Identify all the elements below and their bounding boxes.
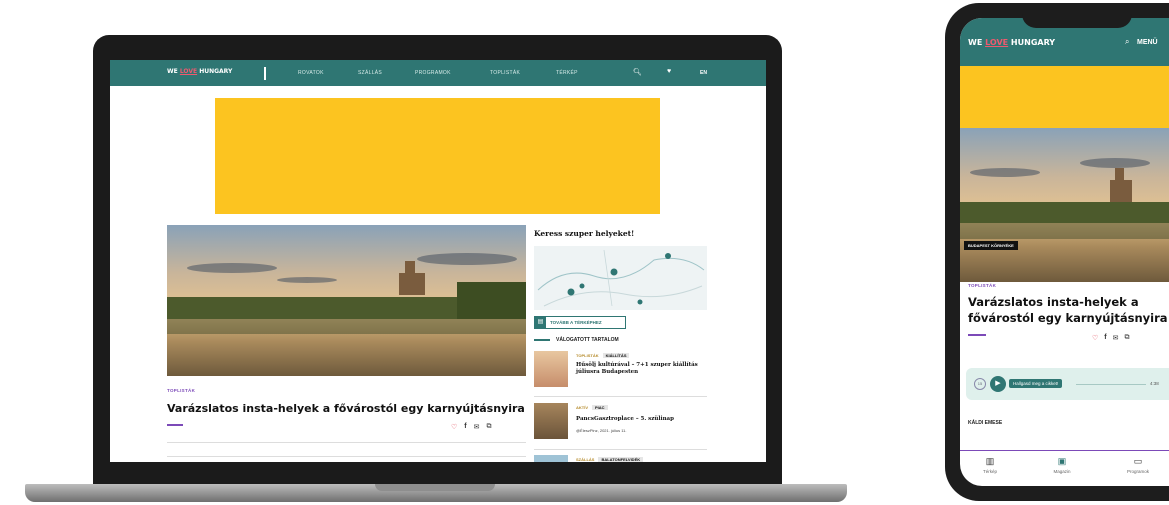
mail-icon[interactable]: ✉ [474,423,480,431]
product-mockup: WE LOVE HUNGARY ROVATOK SZÁLLÁS PROGRAMO… [0,0,1169,505]
search-icon[interactable]: 🔍︎ [633,68,642,76]
share-row: ♡ f ✉ ⧉ [1092,334,1130,342]
heart-icon[interactable]: ♡ [1092,334,1098,342]
nav-item-rovatok[interactable]: ROVATOK [298,70,358,76]
share-row: ♡ f ✉ ⧉ [451,423,492,431]
rewind-button[interactable]: 15 [974,378,986,390]
divider [167,456,526,457]
copy-icon[interactable]: ⧉ [1125,334,1130,342]
laptop-opening-notch [375,484,495,491]
tab-programok[interactable]: ▭ Programok [1108,456,1168,474]
nav-links: ROVATOK SZÁLLÁS PROGRAMOK TOPLISTÁK TÉRK… [298,70,596,76]
card-thumbnail [534,455,568,462]
tab-magazin[interactable]: ▣ Magazin [1032,456,1092,474]
ad-banner[interactable] [215,98,660,214]
featured-section-heading: VÁLOGATOTT TARTALOM [534,336,707,344]
audio-player: 15 ▶ Hallgasd meg a cikket! 4:38 [966,368,1169,400]
magazine-icon: ▣ [1057,456,1067,466]
facebook-icon[interactable]: f [1104,334,1106,342]
mail-icon[interactable]: ✉ [1113,334,1119,342]
heart-icon[interactable]: ♡ [451,423,457,431]
phone-notch [1022,3,1132,28]
play-button[interactable]: ▶ [990,376,1006,392]
article-title: Varázslatos insta-helyek a fővárostól eg… [968,295,1168,325]
menu-button[interactable]: MENÜ [1137,39,1158,46]
title-underline [167,424,183,426]
list-item[interactable]: SZÁLLÁS BALATONFELVIDÉK [534,455,707,462]
listen-label[interactable]: Hallgasd meg a cikket! [1009,379,1063,388]
tabbar-divider [960,450,1169,451]
category-badge[interactable]: BUDAPEST KÖRNYÉKE [964,241,1018,250]
calendar-icon: ▭ [1133,456,1143,466]
article-hero-image[interactable] [960,128,1169,282]
map-icon: ▥ [985,456,995,466]
nav-item-terkep[interactable]: TÉRKÉP [556,70,596,76]
article-title: Varázslatos insta-helyek a fővárostól eg… [167,402,525,415]
author-name[interactable]: KÁLDI EMESE [968,420,1002,426]
desktop-screen: WE LOVE HUNGARY ROVATOK SZÁLLÁS PROGRAMO… [110,60,766,462]
progress-track[interactable] [1076,384,1146,385]
sidebar-title: Keress szuper helyeket! [534,229,635,238]
desktop-nav-bar: WE LOVE HUNGARY ROVATOK SZÁLLÁS PROGRAMO… [110,60,766,86]
duration: 4:38 [1150,381,1159,386]
ad-banner[interactable] [960,66,1169,128]
list-item[interactable]: AKTÍV PIAC PancsGasztroplace – 5. szülina… [534,403,707,443]
copy-icon[interactable]: ⧉ [487,423,492,431]
language-switch[interactable]: EN [700,70,707,76]
nav-item-szallas[interactable]: SZÁLLÁS [358,70,415,76]
site-logo[interactable]: WE LOVE HUNGARY [167,68,232,75]
card-thumbnail [534,403,568,439]
mobile-screen: WE LOVE HUNGARY ⌕ MENÜ BUDAPEST KÖRNYÉKE… [960,18,1169,486]
map-icon: ▤ [535,317,546,328]
article-kicker[interactable]: TOPLISTÁK [167,388,195,393]
list-item[interactable]: TOPLISTÁK KIÁLLÍTÁS Hűsölj kultúrával – 7… [534,351,707,391]
laptop-bezel [93,462,782,486]
site-logo[interactable]: WE LOVE HUNGARY [968,38,1055,47]
map-button[interactable]: ▤ TOVÁBB A TÉRKÉPHEZ [534,316,626,329]
article-hero-image[interactable] [167,225,526,376]
mini-map[interactable] [534,246,707,310]
title-underline [968,334,986,336]
card-thumbnail [534,351,568,387]
facebook-icon[interactable]: f [464,423,466,431]
article-kicker[interactable]: TOPLISTÁK [968,283,996,288]
search-icon[interactable]: ⌕ [1125,37,1129,47]
tab-terkep[interactable]: ▥ Térkép [960,456,1020,474]
heart-icon[interactable]: ♥ [667,68,671,75]
nav-item-toplistak[interactable]: TOPLISTÁK [490,70,556,76]
nav-item-programok[interactable]: PROGRAMOK [415,70,490,76]
divider [167,442,526,443]
logo-divider [264,67,266,80]
